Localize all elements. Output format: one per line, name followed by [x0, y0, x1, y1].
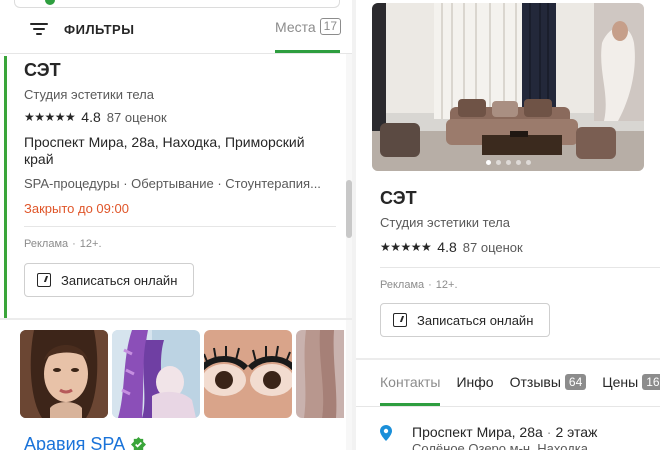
card-category: Студия эстетики тела [24, 87, 154, 102]
ad-label-line: Реклама · 12+. [380, 279, 458, 291]
second-result-name: Аравия SPA [24, 434, 126, 450]
tab-info[interactable]: Инфо [456, 374, 493, 390]
address-subline: Солёное Озеро м-н, Находка [412, 441, 589, 450]
reviews-count: 87 оценок [462, 239, 523, 255]
results-panel: ФИЛЬТРЫ Места 17 СЭТ Студия эстетики тел… [0, 0, 352, 450]
photo-thumb-lashes[interactable] [204, 330, 292, 418]
address-text: Проспект Мира, 28а · 2 этаж [412, 424, 598, 440]
booking-icon [393, 313, 407, 327]
app-root: ФИЛЬТРЫ Места 17 СЭТ Студия эстетики тел… [0, 0, 660, 450]
detail-category: Студия эстетики тела [380, 215, 510, 230]
age-label: 12+. [435, 279, 458, 291]
booking-icon [37, 273, 51, 287]
prices-tab-count: 16 [642, 374, 660, 390]
book-online-button[interactable]: Записаться онлайн [380, 303, 550, 337]
second-result-title[interactable]: Аравия SPA [24, 434, 147, 450]
card-selected-accent [4, 56, 7, 318]
scrollbar-thumb[interactable] [346, 180, 352, 238]
tab-contacts[interactable]: Контакты [380, 374, 440, 390]
star-rating-icon: ★★★★★ [24, 110, 76, 124]
reviews-tab-count: 64 [564, 374, 587, 390]
tab-prices[interactable]: Цены 16 [602, 374, 660, 390]
filter-icon [30, 22, 48, 36]
search-bar-edge [14, 0, 340, 8]
filters-button[interactable]: ФИЛЬТРЫ [30, 20, 134, 38]
photo-thumb-braids[interactable] [112, 330, 200, 418]
star-rating-icon: ★★★★★ [380, 240, 432, 254]
location-pin-icon [380, 425, 392, 441]
filters-label: ФИЛЬТРЫ [64, 21, 135, 37]
verified-badge-icon [131, 437, 147, 450]
age-label: 12+. [79, 238, 102, 250]
ad-label: Реклама [24, 238, 69, 250]
cards-separator [0, 318, 352, 320]
tab-places[interactable]: Места 17 [275, 18, 342, 35]
book-online-button[interactable]: Записаться онлайн [24, 263, 194, 297]
detail-panel: СЭТ Студия эстетики тела ★★★★★ 4.8 87 оц… [356, 0, 660, 450]
detail-divider [380, 267, 660, 268]
rating-value: 4.8 [437, 239, 457, 255]
card-tags: SPA-процедуры · Обертывание · Стоунтерап… [24, 176, 321, 191]
photo-thumb-portrait[interactable] [20, 330, 108, 418]
card-title[interactable]: СЭТ [24, 60, 61, 81]
tab-places-count: 17 [319, 18, 342, 35]
book-online-label: Записаться онлайн [61, 272, 178, 288]
card-divider [24, 226, 336, 227]
address-row[interactable]: Проспект Мира, 28а · 2 этаж [380, 424, 597, 441]
address-floor: 2 этаж [555, 424, 598, 440]
ad-label: Реклама [380, 279, 425, 291]
open-status: Закрыто до 09:00 [24, 201, 129, 216]
card-rating[interactable]: ★★★★★ 4.8 87 оценок [24, 109, 167, 125]
detail-tabs: Контакты Инфо Отзывы 64 Цены 16 [380, 374, 660, 390]
detail-title: СЭТ [380, 188, 417, 208]
section-separator [356, 358, 660, 360]
reviews-count: 87 оценок [106, 109, 167, 125]
card-address: Проспект Мира, 28а, Находка, Приморский … [24, 134, 305, 167]
detail-rating[interactable]: ★★★★★ 4.8 87 оценок [380, 239, 523, 255]
photo-strip [20, 330, 352, 418]
result-card[interactable]: СЭТ Студия эстетики тела ★★★★★ 4.8 87 оц… [0, 54, 352, 318]
tabs-divider [356, 406, 660, 407]
carousel-dots[interactable] [372, 160, 644, 165]
book-online-label: Записаться онлайн [417, 312, 534, 328]
photo-thumb-hair[interactable] [296, 330, 352, 418]
rating-value: 4.8 [81, 109, 101, 125]
tab-places-label: Места [275, 18, 316, 35]
tab-reviews[interactable]: Отзывы 64 [510, 374, 587, 390]
ad-label-line: Реклама · 12+. [24, 238, 102, 250]
hero-photo[interactable] [372, 3, 644, 171]
